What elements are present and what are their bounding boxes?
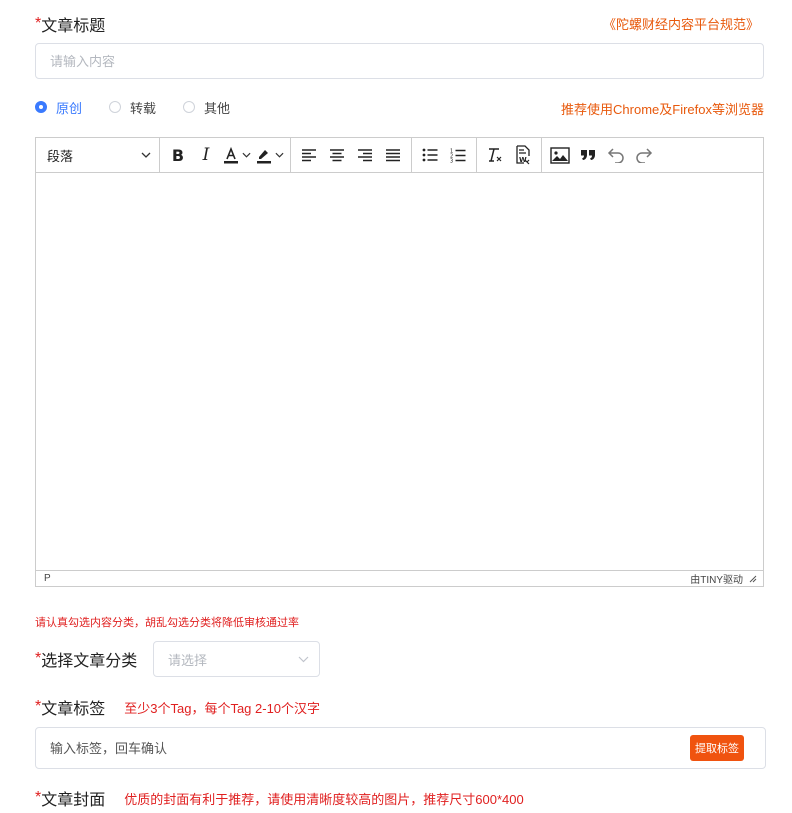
browser-tip: 推荐使用Chrome及Firefox等浏览器: [561, 102, 764, 117]
image-button[interactable]: [546, 140, 574, 170]
svg-text:3: 3: [450, 158, 453, 163]
highlight-icon: [257, 150, 271, 164]
align-justify-icon: [386, 149, 400, 162]
category-label-row: * 选择文章分类: [35, 648, 137, 670]
clear-format-button[interactable]: [481, 140, 509, 170]
title-label: 文章标题: [41, 18, 106, 35]
category-label: 选择文章分类: [41, 653, 138, 670]
title-label-row: * 文章标题: [35, 12, 105, 36]
toolbar-group-lists: 123: [412, 138, 477, 172]
cover-label-row: * 文章封面 优质的封面有利于推荐，请使用清晰度较高的图片，推荐尺寸600*40…: [35, 787, 524, 809]
editor-toolbar: 段落 B I 123 W: [36, 138, 763, 173]
bullet-list-button[interactable]: [416, 140, 444, 170]
toolbar-group-format: W: [477, 138, 542, 172]
blockquote-button[interactable]: [574, 140, 602, 170]
radio-dot: [35, 101, 47, 113]
editor-content-area[interactable]: [36, 173, 763, 571]
title-input[interactable]: [35, 43, 764, 79]
redo-button[interactable]: [630, 140, 658, 170]
chevron-down-icon: [298, 656, 309, 662]
radio-dot: [109, 101, 122, 113]
numbered-list-icon: 123: [450, 148, 466, 163]
resize-handle-icon[interactable]: [749, 575, 757, 583]
radio-label: 原创: [56, 100, 83, 116]
block-format-value: 段落: [47, 148, 74, 164]
chevron-down-icon: [242, 152, 251, 158]
align-justify-button[interactable]: [379, 140, 407, 170]
bold-icon: B: [171, 145, 185, 165]
radio-label: 转载: [130, 100, 157, 116]
rich-text-editor: 段落 B I 123 W P 由TINY驱动: [35, 137, 764, 587]
category-select-placeholder: 请选择: [168, 652, 208, 668]
radio-other[interactable]: 其他: [183, 98, 230, 117]
radio-repost[interactable]: 转载: [109, 98, 156, 117]
platform-spec-link[interactable]: 《陀螺财经内容平台规范》: [603, 14, 759, 33]
align-left-icon: [302, 149, 316, 162]
text-color-icon: [224, 146, 238, 164]
italic-button[interactable]: I: [192, 140, 220, 170]
undo-icon: [607, 148, 624, 163]
article-type-radio-group: 原创 转载 其他: [35, 98, 257, 116]
editor-statusbar: P 由TINY驱动: [36, 571, 763, 586]
radio-label: 其他: [204, 100, 231, 116]
block-format-select[interactable]: 段落: [36, 138, 160, 172]
redo-icon: [636, 148, 653, 163]
image-icon: [550, 146, 570, 164]
category-select[interactable]: 请选择: [153, 641, 320, 677]
numbered-list-button[interactable]: 123: [444, 140, 472, 170]
paste-word-button[interactable]: W: [509, 140, 537, 170]
tag-label-row: * 文章标签 至少3个Tag，每个Tag 2-10个汉字: [35, 696, 320, 718]
tag-input-container: 提取标签: [35, 727, 766, 769]
chevron-down-icon: [275, 152, 284, 158]
tag-label: 文章标签: [41, 701, 106, 718]
undo-button[interactable]: [602, 140, 630, 170]
chevron-down-icon: [141, 152, 151, 158]
toolbar-group-align: [291, 138, 412, 172]
toolbar-group-text: B I: [160, 138, 291, 172]
bold-button[interactable]: B: [164, 140, 192, 170]
italic-icon: I: [202, 145, 210, 165]
status-right: 由TINY驱动: [690, 571, 757, 586]
align-right-icon: [358, 149, 372, 162]
extract-tags-button[interactable]: 提取标签: [690, 735, 744, 761]
cover-hint: 优质的封面有利于推荐，请使用清晰度较高的图片，推荐尺寸600*400: [124, 791, 524, 807]
align-left-button[interactable]: [295, 140, 323, 170]
radio-dot: [183, 101, 196, 113]
element-path[interactable]: P: [44, 573, 51, 584]
powered-by-link[interactable]: 由TINY驱动: [690, 571, 743, 586]
tag-input[interactable]: [50, 740, 650, 756]
cover-label: 文章封面: [41, 792, 106, 809]
blockquote-icon: [581, 150, 595, 160]
paste-word-icon: W: [516, 145, 530, 165]
bullet-list-icon: [422, 148, 438, 162]
toolbar-group-insert: [542, 138, 662, 172]
align-center-icon: [330, 149, 344, 162]
align-center-button[interactable]: [323, 140, 351, 170]
align-right-button[interactable]: [351, 140, 379, 170]
category-warning: 请认真勾选内容分类，胡乱勾选分类将降低审核通过率: [35, 617, 299, 629]
highlight-button[interactable]: [253, 140, 286, 170]
text-color-button[interactable]: [220, 140, 253, 170]
clear-format-icon: [489, 148, 502, 162]
radio-original[interactable]: 原创: [35, 98, 82, 117]
tag-hint: 至少3个Tag，每个Tag 2-10个汉字: [124, 700, 321, 716]
